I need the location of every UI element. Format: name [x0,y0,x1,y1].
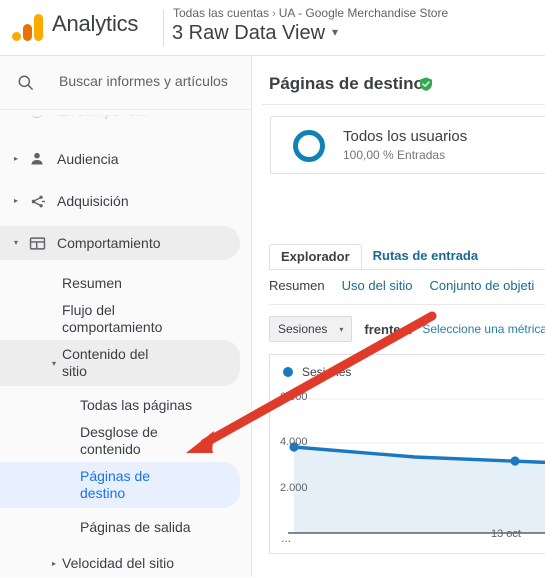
title-divider [262,104,545,105]
primary-metric-select[interactable]: Sesiones ▾ [269,316,353,342]
sidebar-item-todas-las-paginas[interactable]: Todas las páginas [0,388,240,422]
chevron-right-icon: ▸ [13,196,18,205]
chart-ytick-1: 4.000 [280,436,308,448]
subtab-resumen[interactable]: Resumen [269,278,325,293]
sidebar-item-velocidad-del-sitio[interactable]: ▸ Velocidad del sitio [0,546,240,577]
report-tabs: Explorador Rutas de entrada [269,244,489,270]
sidebar-item-label: Páginas de destino [80,468,151,501]
chevron-down-icon: ▾ [52,358,57,368]
sidebar-item-adquisicion[interactable]: ▸ Adquisición [0,184,240,218]
sidebar-item-en-tiempo-real[interactable]: ▸ En tiempo real [0,110,240,124]
sidebar-item-contenido-del-sitio[interactable]: ▾ Contenido del sitio [0,340,240,386]
search-icon [18,75,33,90]
sidebar-item-comportamiento[interactable]: ▾ Comportamiento [0,226,240,260]
view-title-label: 3 Raw Data View [172,22,326,44]
segment-percentage: 100,00 % Entradas [343,148,446,162]
topbar-divider [163,10,164,46]
chevron-right-icon: ▸ [52,558,57,568]
page-title: Páginas de destino [269,74,424,93]
sidebar-item-desglose-de-contenido[interactable]: Desglose de contenido [0,418,240,464]
chevron-down-icon: ▾ [339,324,344,334]
analytics-logo-icon [12,12,48,44]
chart-xtick-1: 13 oct [491,528,521,540]
chevron-right-icon: ▸ [13,110,18,115]
sidebar-item-resumen[interactable]: Resumen [0,266,240,300]
chart-svg [288,398,545,534]
sidebar-item-flujo-del-comportamiento[interactable]: Flujo del comportamiento [0,296,240,342]
segment-card[interactable]: Todos los usuarios 100,00 % Entradas [270,116,545,174]
sidebar-item-label: Audiencia [57,150,119,167]
sidebar-item-label: Páginas de salida [80,518,191,535]
sidebar-item-label: En tiempo real [57,110,148,119]
primary-metric-value: Sesiones [278,322,328,336]
versus-label: frente a [364,321,412,337]
verified-shield-icon [420,77,432,91]
person-icon [26,148,48,170]
subtab-conjunto-de-objetivos[interactable]: Conjunto de objeti [429,278,534,293]
tab-rutas-de-entrada[interactable]: Rutas de entrada [362,244,489,270]
report-subtabs: Resumen Uso del sitio Conjunto de objeti [269,278,534,293]
sidebar-item-label: Velocidad del sitio [62,554,175,571]
view-selector[interactable]: 3 Raw Data View ▾ [172,22,338,45]
segment-name: Todos los usuarios [343,128,468,145]
sidebar-item-label: Comportamiento [57,234,161,251]
chart-plot-area[interactable]: 6.000 4.000 2.000 [270,385,545,545]
sidebar-item-paginas-de-destino[interactable]: Páginas de destino [0,462,240,508]
chevron-right-icon: ▸ [13,154,18,163]
breadcrumb-property[interactable]: UA - Google Merchandise Store [279,6,448,20]
google-analytics-window: Analytics Todas las cuentas › UA - Google … [0,0,545,577]
chart-ytick-2: 2.000 [280,482,308,494]
breadcrumb: Todas las cuentas › UA - Google Merchandis… [173,6,448,20]
clock-icon [26,110,48,122]
search-input[interactable] [59,73,239,89]
chevron-down-icon: ▾ [332,25,339,39]
tabs-divider [269,269,545,270]
chart-ytick-0: 6.000 [280,391,308,403]
main-content: Páginas de destino Todos los usuarios 10… [252,56,545,577]
subtab-uso-del-sitio[interactable]: Uso del sitio [342,278,413,293]
acquisition-icon [26,190,48,212]
chart-legend: Sesiones [283,365,351,379]
top-bar: Analytics Todas las cuentas › UA - Google … [0,0,545,56]
tab-explorador[interactable]: Explorador [269,244,362,270]
nav-clipped-region: ▸ En tiempo real [0,110,251,124]
nav-list: ▸ En tiempo real ▸ Audiencia ▸ Adquisici… [0,110,251,577]
chart-xtick-0: ... [281,531,292,545]
sidebar-item-label: Contenido del sitio [62,346,149,379]
sidebar-item-label: Todas las páginas [80,396,193,413]
segment-donut-icon [293,130,325,162]
legend-color-dot-icon [283,367,293,377]
left-navigation: ▸ En tiempo real ▸ [0,56,252,577]
subtabs-divider [269,304,545,305]
metric-selector-row: Sesiones ▾ frente a Seleccione una métri… [269,316,545,342]
sidebar-item-label: Adquisición [57,192,129,209]
sidebar-item-label: Flujo del comportamiento [62,302,163,335]
sidebar-item-audiencia[interactable]: ▸ Audiencia [0,142,240,176]
legend-label: Sesiones [302,365,352,379]
sidebar-item-label: Desglose de contenido [80,424,158,457]
breadcrumb-account[interactable]: Todas las cuentas [173,6,269,20]
search-row [0,56,251,110]
sidebar-item-label: Resumen [62,274,122,291]
chart-bottom-divider [269,553,545,554]
breadcrumb-separator-icon: › [272,8,276,20]
chevron-down-icon: ▾ [13,238,18,247]
select-metric-link[interactable]: Seleccione una métrica [422,322,545,336]
sessions-chart: Sesiones 6.000 4.000 2.000 ... 13 oct [269,354,545,554]
sidebar-item-paginas-de-salida[interactable]: Páginas de salida [0,510,240,544]
brand-name: Analytics [52,11,139,36]
behavior-icon [26,232,48,254]
